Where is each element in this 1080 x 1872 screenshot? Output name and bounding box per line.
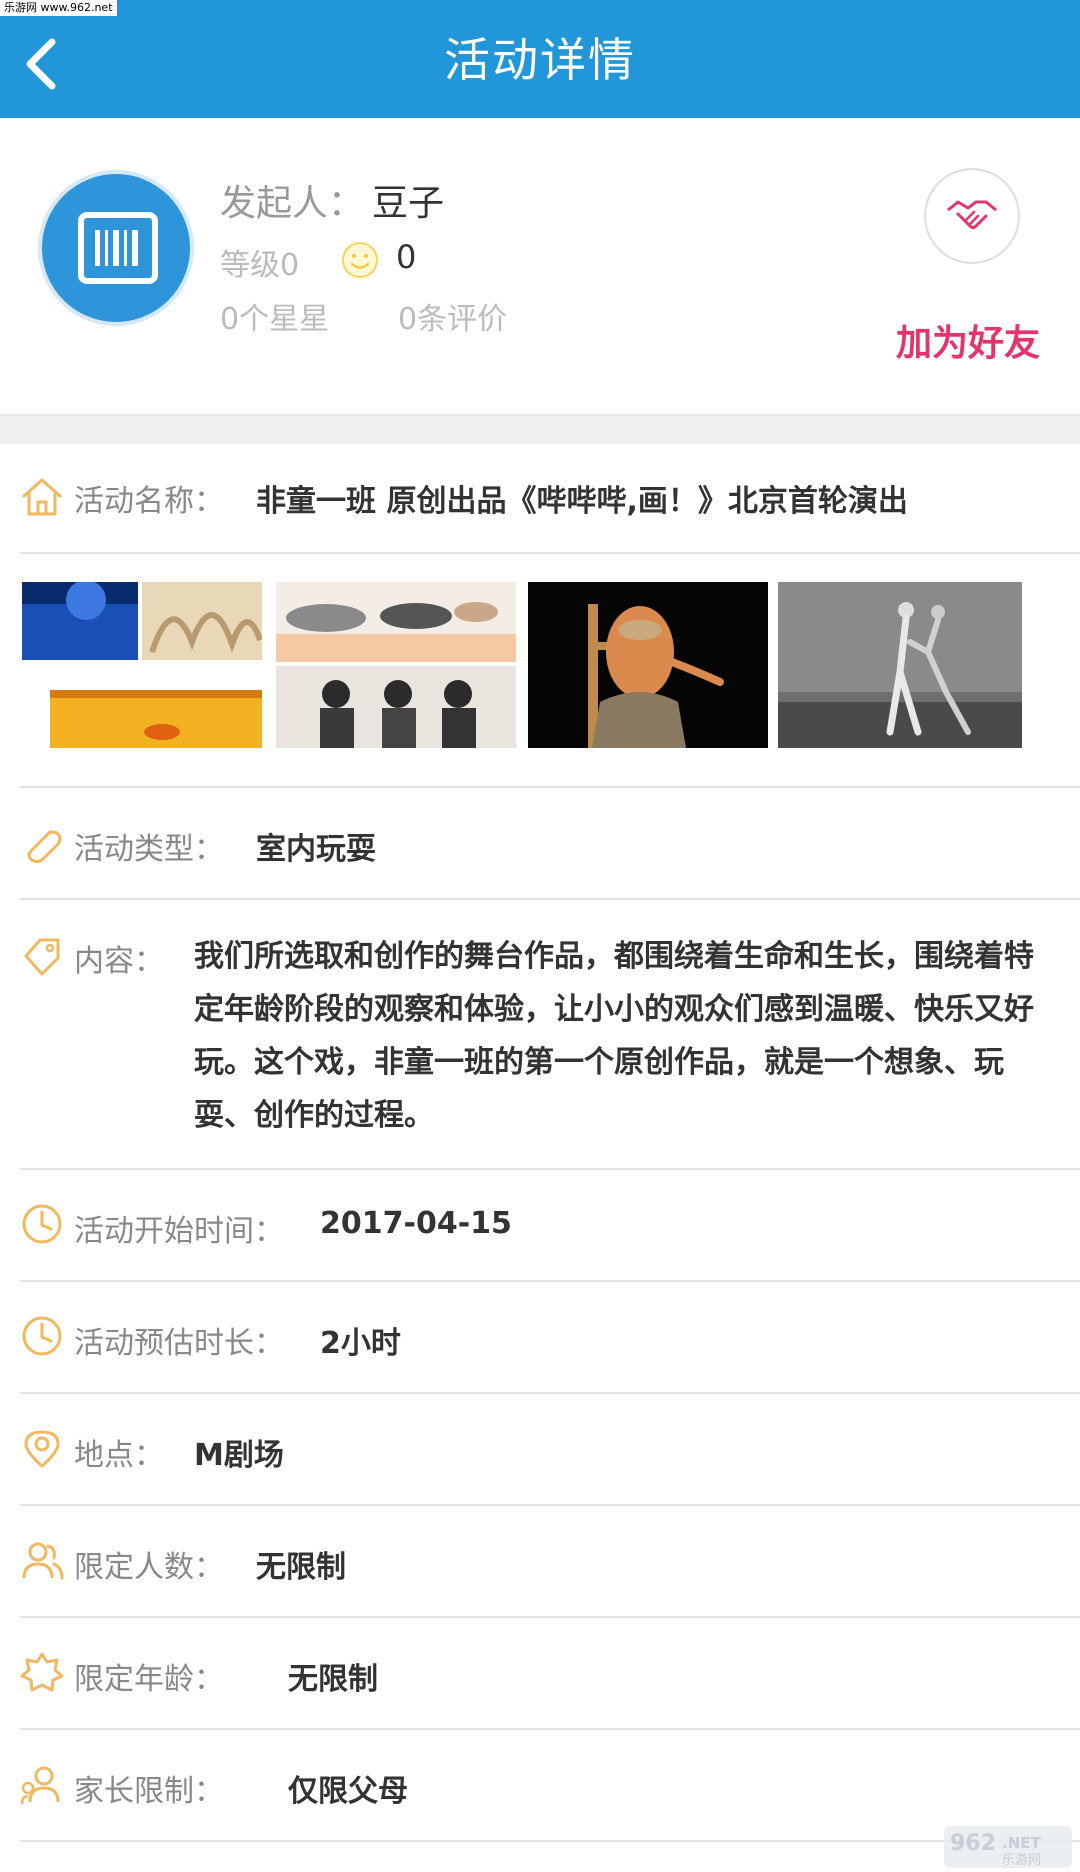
initiator-label: 发起人： — [220, 183, 365, 224]
start-time-label: 活动开始时间： — [74, 1214, 284, 1249]
level-score: 0 — [396, 238, 417, 276]
duration-label: 活动预估时长： — [74, 1326, 284, 1361]
max-people-row: 限定人数： 无限制 — [20, 1536, 1080, 1586]
activity-type-label: 活动类型： — [74, 832, 224, 867]
people-icon — [22, 1542, 64, 1580]
initiator-profile: 发起人： 豆子 等级0 0 0个星星 0条评价 加为好友 — [0, 118, 1080, 414]
stage-collage-photo — [22, 582, 262, 748]
divider — [20, 1392, 1080, 1394]
photo-1[interactable] — [22, 582, 262, 748]
divider — [20, 1728, 1080, 1730]
photo-4[interactable] — [778, 582, 1022, 748]
svg-text:962: 962 — [950, 1831, 996, 1856]
dance-duo-photo — [778, 582, 1022, 748]
start-time-row: 活动开始时间： 2017-04-15 — [20, 1200, 1080, 1250]
location-label: 地点： — [74, 1438, 164, 1473]
content-label: 内容： — [74, 944, 164, 979]
activity-type-value: 室内玩耍 — [256, 832, 376, 867]
add-friend-button[interactable] — [924, 168, 1020, 264]
activity-name-label: 活动名称： — [74, 484, 224, 519]
paperclip-icon — [27, 830, 62, 864]
activity-type-row: 活动类型： 室内玩耍 — [20, 818, 1080, 868]
parent-limit-row: 家长限制： 仅限父母 — [20, 1760, 1080, 1810]
site-watermark-logo: 962 .NET 乐游网 — [944, 1826, 1072, 1868]
max-people-value: 无限制 — [256, 1550, 346, 1585]
initiator-line: 发起人： 豆子 — [220, 174, 444, 226]
parent-icon — [20, 1766, 60, 1805]
avatar[interactable] — [38, 170, 194, 326]
navbar: 活动详情 — [0, 0, 1080, 118]
tag-icon — [24, 938, 60, 976]
divider — [20, 1840, 1080, 1842]
photo-3[interactable] — [528, 582, 768, 748]
divider — [20, 1280, 1080, 1282]
section-divider — [0, 414, 1080, 444]
reviews-count[interactable]: 0条评价 — [398, 294, 507, 338]
location-value: M剧场 — [194, 1438, 284, 1473]
activity-name-value: 非童一班 原创出品《哔哔哔,画！》北京首轮演出 — [256, 484, 908, 519]
performer-photo — [528, 582, 768, 748]
activity-name-row: 活动名称： 非童一班 原创出品《哔哔哔,画！》北京首轮演出 — [20, 472, 1080, 522]
age-limit-row: 限定年龄： 无限制 — [20, 1648, 1080, 1698]
clock-icon — [22, 1204, 62, 1244]
duration-row: 活动预估时长： 2小时 — [20, 1312, 1080, 1362]
watermark-text: 乐游网 www.962.net — [0, 0, 117, 16]
divider — [20, 1504, 1080, 1506]
photo-gallery — [22, 582, 1022, 748]
divider — [20, 1616, 1080, 1618]
parent-limit-label: 家长限制： — [74, 1774, 224, 1809]
max-people-label: 限定人数： — [74, 1550, 224, 1585]
content-row: 内容： 我们所选取和创作的舞台作品，都围绕着生命和生长，围绕着特定年龄阶段的观察… — [20, 930, 1080, 1150]
barcode-icon — [78, 212, 158, 284]
add-friend-label[interactable]: 加为好友 — [896, 314, 1040, 366]
initiator-name: 豆子 — [372, 183, 445, 224]
age-limit-label: 限定年龄： — [74, 1662, 224, 1697]
divider — [20, 1168, 1080, 1170]
svg-text:乐游网: 乐游网 — [1002, 1853, 1041, 1868]
clock-icon — [22, 1316, 62, 1356]
page-title: 活动详情 — [444, 33, 636, 87]
content-text: 我们所选取和创作的舞台作品，都围绕着生命和生长，围绕着特定年龄阶段的观察和体验，… — [194, 939, 1034, 1133]
dancers-group-photo — [276, 582, 516, 748]
start-time-value: 2017-04-15 — [320, 1206, 512, 1241]
level-text: 等级0 — [220, 248, 300, 283]
handshake-icon — [947, 200, 997, 230]
smiley-icon — [342, 242, 378, 278]
divider — [20, 786, 1080, 788]
divider — [20, 898, 1080, 900]
parent-limit-value: 仅限父母 — [288, 1774, 408, 1809]
photo-2[interactable] — [276, 582, 516, 748]
duration-value: 2小时 — [320, 1326, 401, 1361]
svg-text:.NET: .NET — [1002, 1834, 1041, 1852]
badge-icon — [20, 1652, 64, 1692]
home-icon — [22, 478, 62, 516]
location-pin-icon — [24, 1430, 60, 1468]
stars-count: 0个星星 — [220, 302, 330, 337]
age-limit-value: 无限制 — [288, 1662, 378, 1697]
location-row: 地点： M剧场 — [20, 1424, 1080, 1474]
divider — [20, 552, 1080, 554]
